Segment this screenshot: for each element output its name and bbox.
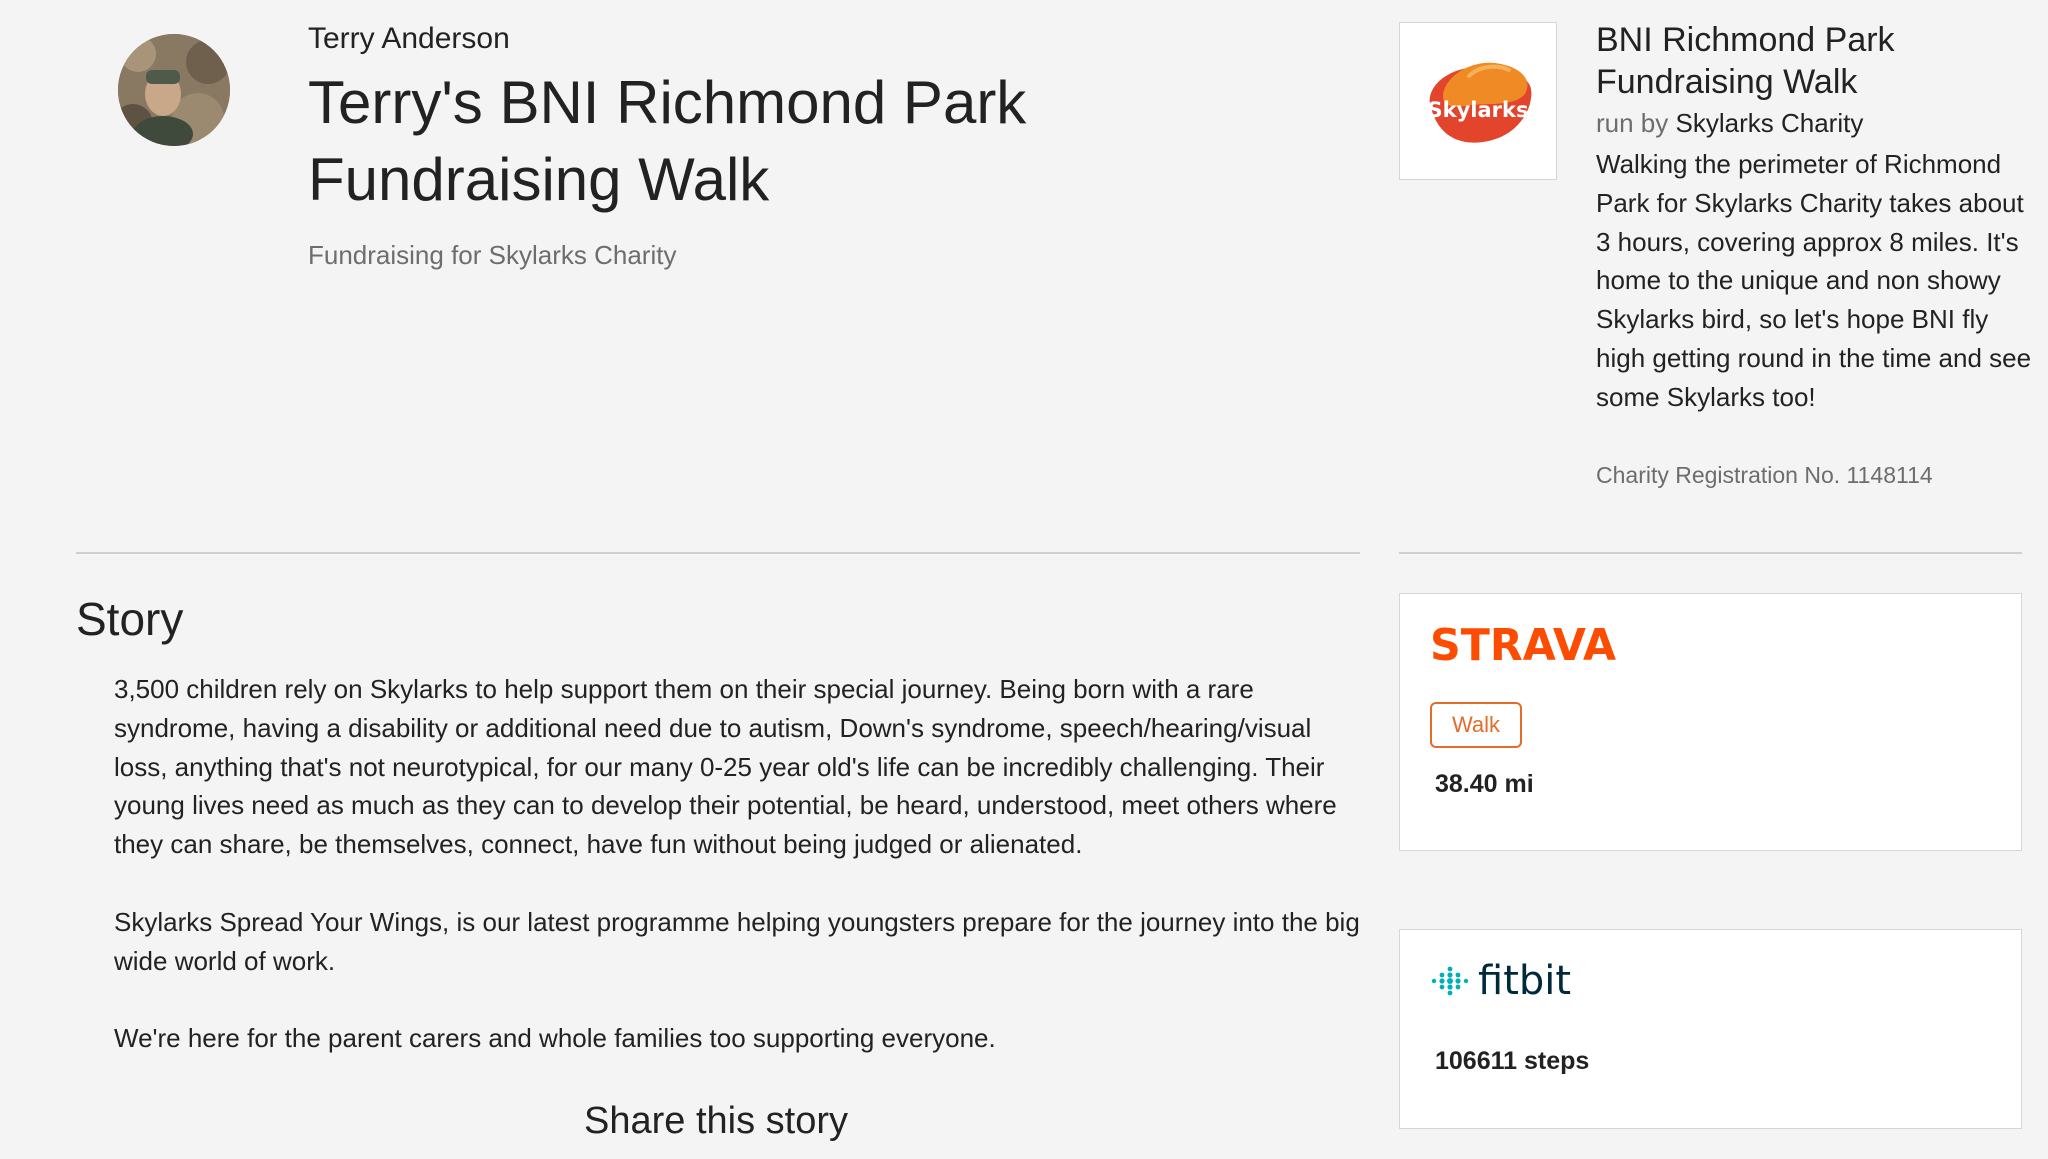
activity-type-badge: Walk bbox=[1430, 702, 1522, 748]
story-paragraph: Skylarks Spread Your Wings, is our lates… bbox=[114, 906, 1360, 976]
distance-value: 38.40 mi bbox=[1435, 770, 1534, 798]
profile-photo bbox=[118, 34, 230, 146]
skylarks-logo-text: Skylarks bbox=[1428, 98, 1529, 122]
skylarks-logo-icon: Skylarks bbox=[1428, 62, 1532, 143]
story-paragraph: 3,500 children rely on Skylarks to help … bbox=[114, 674, 1337, 860]
story-body: 3,500 children rely on Skylarks to help … bbox=[114, 670, 1364, 1097]
event-title[interactable]: BNI Richmond Park Fundraising Walk bbox=[1596, 19, 2036, 103]
avatar bbox=[118, 34, 230, 146]
charity-registration: Charity Registration No. 1148114 bbox=[1596, 462, 1933, 488]
charity-logo[interactable]: Skylarks bbox=[1399, 22, 1557, 180]
run-by-line: run by Skylarks Charity bbox=[1596, 108, 1863, 139]
fitbit-logo-icon: fitbit bbox=[1430, 956, 1600, 1011]
divider bbox=[76, 552, 1360, 554]
divider bbox=[1399, 552, 2022, 554]
story-paragraph: We're here for the parent carers and who… bbox=[114, 1023, 996, 1054]
steps-value: 106611 steps bbox=[1435, 1047, 1590, 1075]
charity-name-link[interactable]: Skylarks Charity bbox=[1676, 108, 1864, 138]
story-heading: Story bbox=[76, 593, 184, 645]
fundraising-for-text: Fundraising for Skylarks Charity bbox=[308, 240, 677, 270]
event-description: Walking the perimeter of Richmond Park f… bbox=[1596, 149, 2032, 412]
strava-logo-text: STRAVA bbox=[1430, 622, 1616, 666]
page-title: Terry's BNI Richmond Park Fundraising Wa… bbox=[308, 69, 1027, 213]
owner-name[interactable]: Terry Anderson bbox=[308, 22, 510, 56]
strava-logo-icon: STRAVA bbox=[1430, 620, 1620, 671]
share-story-heading: Share this story bbox=[584, 1100, 848, 1142]
fitbit-logo-text: fitbit bbox=[1478, 958, 1571, 1004]
run-by-label: run by bbox=[1596, 108, 1669, 138]
